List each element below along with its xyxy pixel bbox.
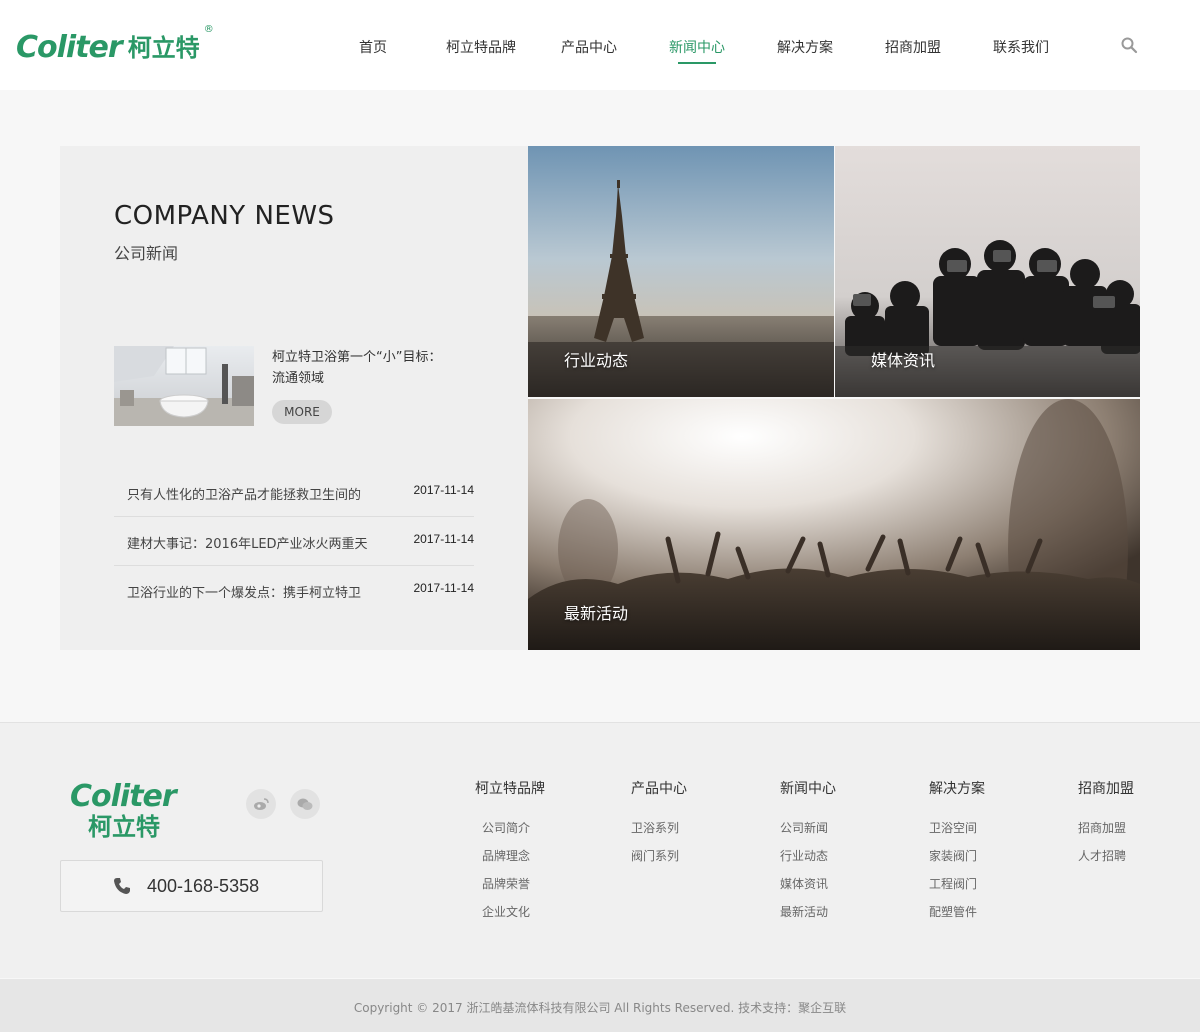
footer-col-title[interactable]: 招商加盟 [1078,778,1134,798]
weibo-icon[interactable] [246,789,276,819]
tile-latest-events[interactable]: 最新活动 [528,399,1140,650]
footer-link[interactable]: 招商加盟 [1078,814,1134,842]
footer-link[interactable]: 最新活动 [780,898,836,926]
tile-label-industry: 行业动态 [564,351,629,370]
hotline-number: 400-168-5358 [147,876,260,896]
news-list-item[interactable]: 建材大事记：2016年LED产业冰火两重天 2017-11-14 [114,517,474,566]
nav-item-home[interactable]: 首页 [359,37,387,57]
news-item-date: 2017-11-14 [413,581,475,595]
footer-link[interactable]: 工程阀门 [929,870,985,898]
footer-col-products: 产品中心 卫浴系列 阀门系列 [631,778,687,870]
news-list-item[interactable]: 卫浴行业的下一个爆发点：携手柯立特卫 2017-11-14 [114,566,474,615]
news-item-date: 2017-11-14 [413,483,475,497]
nav-item-contact[interactable]: 联系我们 [993,37,1049,57]
brand-logo[interactable]: Coliter 柯立特 ® [16,24,214,65]
footer-col-solutions: 解决方案 卫浴空间 家装阀门 工程阀门 配塑管件 [929,778,985,926]
footer-logo[interactable]: Coliter 柯立特 [70,779,210,842]
search-icon[interactable] [1120,36,1138,54]
tile-media-news[interactable]: 媒体资讯 [835,146,1140,397]
footer-col-title[interactable]: 解决方案 [929,778,985,798]
copyright-text: Copyright © 2017 浙江皓基流体科技有限公司 All Rights… [353,1001,847,1015]
logo-wordmark-cn: 柯立特 [127,34,200,62]
footer-link[interactable]: 品牌理念 [482,842,545,870]
hotline-box[interactable]: 400-168-5358 [60,860,323,912]
footer-link[interactable]: 媒体资讯 [780,870,836,898]
copyright-bar: Copyright © 2017 浙江皓基流体科技有限公司 All Rights… [0,979,1200,1032]
news-item-title: 只有人性化的卫浴产品才能拯救卫生间的 [127,488,362,503]
footer-link[interactable]: 公司简介 [482,814,545,842]
news-item-date: 2017-11-14 [413,532,475,546]
registered-mark: ® [203,24,214,35]
footer-link[interactable]: 卫浴空间 [929,814,985,842]
footer-link[interactable]: 人才招聘 [1078,842,1134,870]
phone-icon [114,878,130,894]
site-header: Coliter 柯立特 ® 首页 柯立特品牌 产品中心 新闻中心 解决方案 招商… [0,0,1200,90]
footer-link[interactable]: 家装阀门 [929,842,985,870]
wechat-icon[interactable] [290,789,320,819]
tile-industry-news[interactable]: 行业动态 [528,146,834,397]
footer-link[interactable]: 公司新闻 [780,814,836,842]
footer-col-news: 新闻中心 公司新闻 行业动态 媒体资讯 最新活动 [780,778,836,926]
section-title-cn: 公司新闻 [114,244,179,263]
footer-col-franchise: 招商加盟 招商加盟 人才招聘 [1078,778,1134,870]
site-footer: Copyright © 2017 浙江皓基流体科技有限公司 All Rights… [0,722,1200,1032]
more-button[interactable]: MORE [272,400,332,424]
footer-link[interactable]: 企业文化 [482,898,545,926]
nav-item-brand[interactable]: 柯立特品牌 [446,37,516,57]
footer-logo-cn: 柯立特 [88,813,160,841]
news-list: 只有人性化的卫浴产品才能拯救卫生间的 2017-11-14 建材大事记：2016… [114,468,474,615]
nav-active-indicator [678,62,716,64]
section-title-en: COMPANY NEWS [114,201,335,231]
footer-link[interactable]: 阀门系列 [631,842,687,870]
footer-col-title[interactable]: 柯立特品牌 [475,778,545,798]
tile-label-media: 媒体资讯 [871,351,936,370]
nav-item-products[interactable]: 产品中心 [561,37,617,57]
footer-link[interactable]: 卫浴系列 [631,814,687,842]
footer-logo-en: Coliter [70,779,177,814]
news-list-item[interactable]: 只有人性化的卫浴产品才能拯救卫生间的 2017-11-14 [114,468,474,517]
nav-item-solutions[interactable]: 解决方案 [777,37,833,57]
news-item-title: 卫浴行业的下一个爆发点：携手柯立特卫 [127,586,362,601]
logo-wordmark-en: Coliter [16,30,123,65]
footer-col-title[interactable]: 新闻中心 [780,778,836,798]
footer-link[interactable]: 品牌荣誉 [482,870,545,898]
footer-col-brand: 柯立特品牌 公司简介 品牌理念 品牌荣誉 企业文化 [475,778,545,926]
nav-item-franchise[interactable]: 招商加盟 [885,37,941,57]
feature-news-thumbnail[interactable] [114,346,254,426]
nav-item-news[interactable]: 新闻中心 [669,37,725,57]
footer-link[interactable]: 行业动态 [780,842,836,870]
tile-label-events: 最新活动 [564,604,629,623]
news-item-title: 建材大事记：2016年LED产业冰火两重天 [127,537,368,552]
feature-news-title[interactable]: 柯立特卫浴第一个“小”目标：流通领域 [272,347,452,389]
footer-col-title[interactable]: 产品中心 [631,778,687,798]
footer-link[interactable]: 配塑管件 [929,898,985,926]
